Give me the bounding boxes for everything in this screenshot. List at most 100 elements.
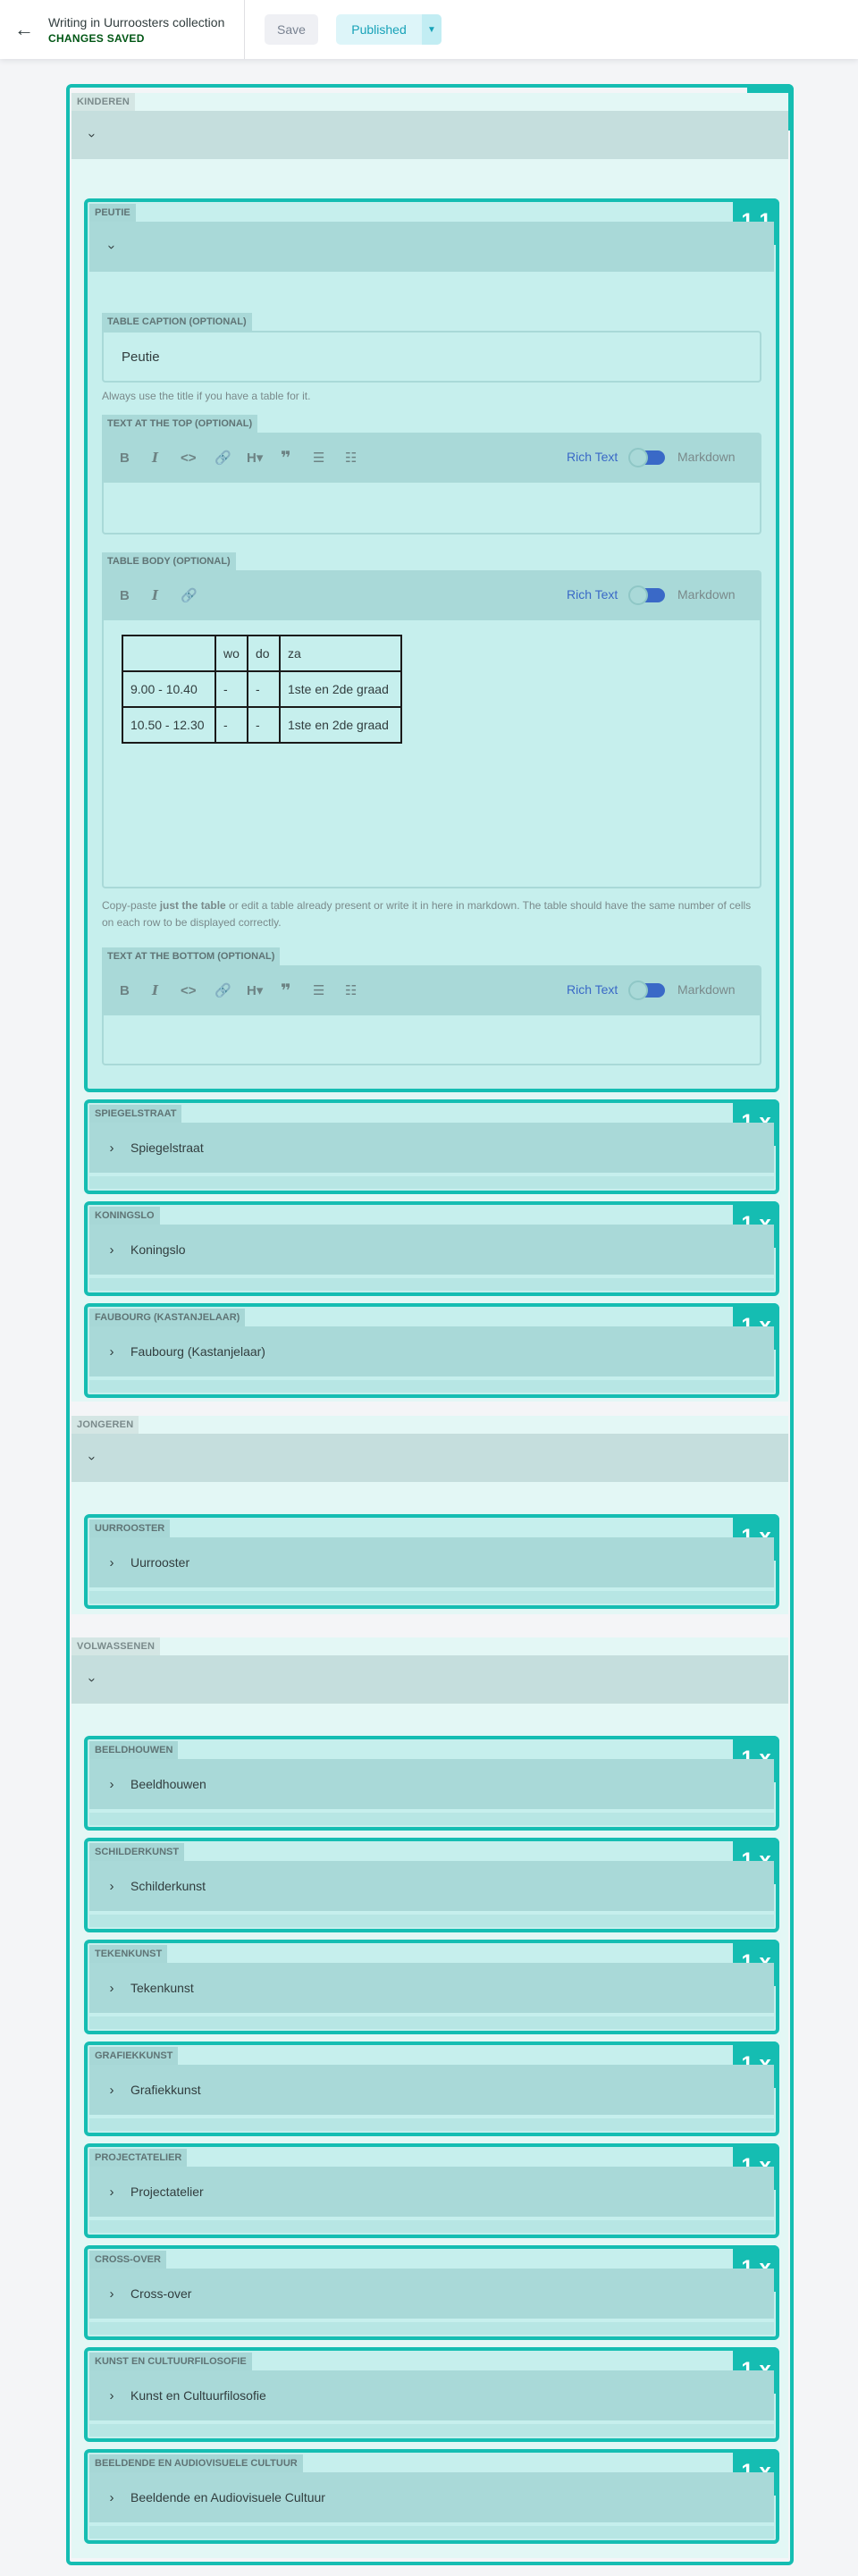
group-jongeren: JONGEREN › 1.x UURROOSTER ›Uurrooster bbox=[72, 1416, 788, 1614]
italic-icon[interactable]: I bbox=[152, 981, 158, 1000]
link-icon[interactable]: 🔗 bbox=[214, 981, 231, 1000]
markdown-label[interactable]: Markdown bbox=[677, 982, 736, 997]
item-label: TEKENKUNST bbox=[89, 1945, 168, 1963]
table-cell[interactable]: do bbox=[247, 635, 281, 672]
item-title: Koningslo bbox=[130, 1242, 186, 1257]
mode-toggle[interactable] bbox=[628, 585, 665, 605]
markdown-label[interactable]: Markdown bbox=[677, 587, 736, 602]
table-cell[interactable]: - bbox=[247, 706, 281, 744]
table-cell[interactable]: - bbox=[214, 706, 248, 744]
item-toggle[interactable]: › Koningslo bbox=[89, 1225, 774, 1275]
save-button[interactable]: Save bbox=[265, 14, 318, 45]
group-toggle[interactable]: › bbox=[72, 111, 788, 159]
chevron-right-icon: › bbox=[109, 1343, 114, 1360]
mode-toggle[interactable] bbox=[628, 981, 665, 1000]
chevron-right-icon: › bbox=[109, 1242, 114, 1258]
table-caption-input[interactable]: Peutie bbox=[102, 331, 761, 383]
rich-text-label[interactable]: Rich Text bbox=[567, 982, 618, 997]
bold-icon[interactable]: B bbox=[120, 448, 130, 467]
link-icon[interactable]: 🔗 bbox=[181, 585, 198, 605]
item-toggle[interactable]: › Cross-over bbox=[89, 2269, 774, 2319]
schedule-table[interactable]: wo do za 9.00 - 10.40 - - 1ste en 2de gr… bbox=[122, 635, 402, 744]
item-footer bbox=[89, 2526, 774, 2538]
item-title: Uurrooster bbox=[130, 1555, 190, 1570]
item-toggle[interactable]: › Faubourg (Kastanjelaar) bbox=[89, 1326, 774, 1376]
item-toggle[interactable]: › Spiegelstraat bbox=[89, 1123, 774, 1173]
field-label: TEXT AT THE TOP (OPTIONAL) bbox=[102, 415, 258, 433]
item-toggle[interactable]: › Uurrooster bbox=[89, 1537, 774, 1587]
quote-icon[interactable]: ❞ bbox=[281, 981, 291, 1001]
mode-toggle[interactable] bbox=[628, 448, 665, 467]
table-cell[interactable] bbox=[122, 635, 216, 672]
item-footer bbox=[89, 1176, 774, 1189]
back-arrow-icon[interactable]: ← bbox=[0, 0, 48, 59]
editor-content[interactable] bbox=[102, 1015, 761, 1065]
item-footer bbox=[89, 2220, 774, 2233]
item-toggle[interactable]: › Beeldhouwen bbox=[89, 1759, 774, 1809]
table-cell[interactable]: 1ste en 2de graad bbox=[279, 706, 402, 744]
item-label: SCHILDERKUNST bbox=[89, 1843, 185, 1861]
group-toggle[interactable]: › bbox=[72, 1655, 788, 1704]
editor-content[interactable]: wo do za 9.00 - 10.40 - - 1ste en 2de gr… bbox=[102, 620, 761, 888]
numbered-list-icon[interactable]: ☷ bbox=[345, 981, 357, 1000]
item-footer bbox=[89, 1278, 774, 1291]
italic-icon[interactable]: I bbox=[152, 585, 158, 605]
item-beeldhouwen: 1.x BEELDHOUWEN ›Beeldhouwen bbox=[84, 1736, 779, 1831]
item-title: Spiegelstraat bbox=[130, 1141, 204, 1155]
code-icon[interactable]: <> bbox=[181, 981, 197, 1000]
table-cell[interactable]: 1ste en 2de graad bbox=[279, 670, 402, 708]
item-peutie: 1.1 PEUTIE › TABLE CAPTION (OPTIONAL) Pe… bbox=[84, 198, 779, 1092]
heading-icon[interactable]: H▾ bbox=[247, 448, 263, 467]
rich-text-label[interactable]: Rich Text bbox=[567, 450, 618, 464]
rich-text-label[interactable]: Rich Text bbox=[567, 587, 618, 602]
markdown-label[interactable]: Markdown bbox=[677, 450, 736, 464]
table-cell[interactable]: 10.50 - 12.30 bbox=[122, 706, 216, 744]
publish-button[interactable]: Published ▼ bbox=[336, 14, 442, 45]
chevron-right-icon: › bbox=[109, 2286, 114, 2302]
table-row: 9.00 - 10.40 - - 1ste en 2de graad bbox=[122, 670, 402, 708]
item-footer bbox=[89, 1380, 774, 1393]
bold-icon[interactable]: B bbox=[120, 981, 130, 1000]
bold-icon[interactable]: B bbox=[120, 585, 130, 605]
link-icon[interactable]: 🔗 bbox=[214, 448, 231, 467]
item-footer bbox=[89, 2016, 774, 2029]
italic-icon[interactable]: I bbox=[152, 448, 158, 467]
bottom-text-editor: B I <> 🔗 H▾ ❞ ☰ ☷ Rich Text Markdown bbox=[102, 965, 761, 1065]
item-schilderkunst: 1.x SCHILDERKUNST ›Schilderkunst bbox=[84, 1838, 779, 1932]
item-toggle[interactable]: › bbox=[89, 222, 774, 272]
table-cell[interactable]: - bbox=[214, 670, 248, 708]
item-title: Beeldende en Audiovisuele Cultuur bbox=[130, 2490, 325, 2504]
item-footer bbox=[89, 2118, 774, 2131]
item-toggle[interactable]: › Grafiekkunst bbox=[89, 2065, 774, 2115]
chevron-right-icon: › bbox=[109, 1980, 114, 1996]
numbered-list-icon[interactable]: ☷ bbox=[345, 448, 357, 467]
item-grafiekkunst: 1.x GRAFIEKKUNST ›Grafiekkunst bbox=[84, 2041, 779, 2136]
chevron-down-icon: › bbox=[104, 244, 120, 249]
table-cell[interactable]: 9.00 - 10.40 bbox=[122, 670, 216, 708]
item-toggle[interactable]: › Beeldende en Audiovisuele Cultuur bbox=[89, 2472, 774, 2522]
save-status: CHANGES SAVED bbox=[48, 32, 145, 45]
chevron-down-icon: › bbox=[84, 1455, 100, 1461]
bulleted-list-icon[interactable]: ☰ bbox=[313, 448, 324, 467]
item-toggle[interactable]: › Schilderkunst bbox=[89, 1861, 774, 1911]
item-toggle[interactable]: › Projectatelier bbox=[89, 2167, 774, 2217]
editor-content[interactable] bbox=[102, 483, 761, 535]
item-toggle[interactable]: › Kunst en Cultuurfilosofie bbox=[89, 2370, 774, 2420]
bulleted-list-icon[interactable]: ☰ bbox=[313, 981, 324, 1000]
code-icon[interactable]: <> bbox=[181, 448, 197, 467]
item-toggle[interactable]: › Tekenkunst bbox=[89, 1963, 774, 2013]
table-cell[interactable]: za bbox=[279, 635, 402, 672]
item-label: PROJECTATELIER bbox=[89, 2149, 188, 2167]
item-label: CROSS-OVER bbox=[89, 2251, 166, 2269]
field-label: TEXT AT THE BOTTOM (OPTIONAL) bbox=[102, 947, 281, 965]
item-spiegelstraat: 1.x SPIEGELSTRAAT ›Spiegelstraat bbox=[84, 1099, 779, 1194]
table-cell[interactable]: wo bbox=[214, 635, 248, 672]
heading-icon[interactable]: H▾ bbox=[247, 981, 263, 1000]
group-label: JONGEREN bbox=[72, 1416, 139, 1434]
item-title: Kunst en Cultuurfilosofie bbox=[130, 2388, 266, 2403]
table-cell[interactable]: - bbox=[247, 670, 281, 708]
group-toggle[interactable]: › bbox=[72, 1434, 788, 1482]
chevron-down-icon[interactable]: ▼ bbox=[422, 14, 442, 45]
item-title: Cross-over bbox=[130, 2286, 192, 2301]
quote-icon[interactable]: ❞ bbox=[281, 448, 291, 468]
